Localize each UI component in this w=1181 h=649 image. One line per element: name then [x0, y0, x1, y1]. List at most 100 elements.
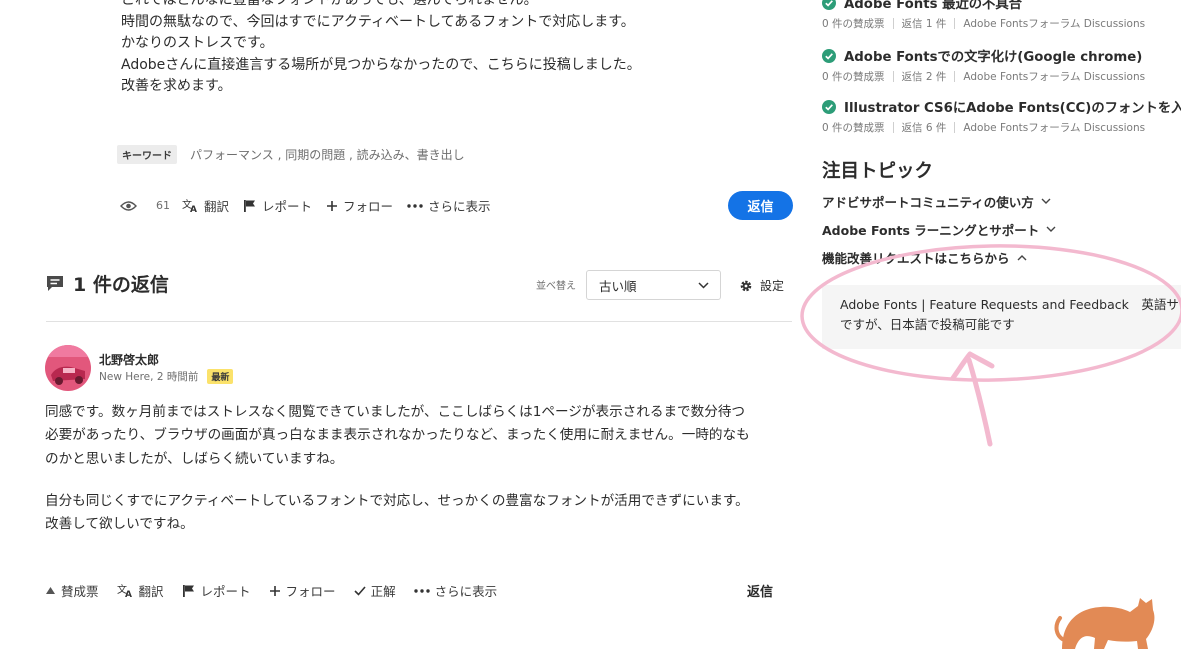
reply-line: 改善して欲しいですね。: [45, 516, 194, 533]
featured-topics-heading: 注目トピック: [822, 161, 934, 182]
reply-line: 同感です。数ヶ月前まではストレスなく閲覧できていましたが、ここしばらくは1ページ…: [45, 404, 746, 420]
featured-link-label: 機能改善リクエストはこちらから: [822, 251, 1010, 266]
more-dots-icon: [413, 588, 430, 593]
sort-label: 並べ替え: [536, 281, 576, 292]
keywords-row: キーワード パフォーマンス , 同期の問題 , 読み込み、書き出し: [117, 145, 465, 164]
feature-requests-card[interactable]: Adobe Fonts | Feature Requests and Feedb…: [822, 285, 1181, 349]
settings-label: 設定: [760, 279, 785, 293]
post-line: 改善を求めます。: [121, 78, 232, 94]
related-votes: 0 件の賛成票: [822, 18, 885, 30]
sort-value: 古い順: [599, 278, 637, 294]
checkmark-icon: [353, 585, 366, 596]
sort-dropdown[interactable]: 古い順: [586, 270, 721, 300]
cat-icon: [1054, 598, 1155, 649]
translate-icon: 文A: [117, 583, 132, 598]
chevron-down-icon: [1046, 226, 1056, 232]
plus-icon: [327, 200, 338, 211]
follow-button[interactable]: フォロー: [269, 581, 336, 600]
eye-icon: [120, 200, 137, 211]
related-title-text: Illustrator CS6にAdobe Fonts(CC)のフォントを入れた…: [844, 101, 1181, 116]
related-forum[interactable]: Adobe Fontsフォーラム Discussions: [963, 16, 1145, 31]
upvote-label: 賛成票: [61, 584, 99, 599]
chevron-down-icon: [1041, 198, 1051, 204]
follow-label: フォロー: [285, 584, 336, 599]
reply-body: 同感です。数ヶ月前まではストレスなく閲覧できていましたが、ここしばらくは1ページ…: [45, 401, 795, 536]
separator: [954, 18, 956, 29]
annotation-arrow: [950, 351, 995, 447]
related-item[interactable]: Illustrator CS6にAdobe Fonts(CC)のフォントを入れた…: [822, 97, 1181, 135]
more-button[interactable]: さらに表示: [407, 196, 491, 215]
feature-card-line: ですが、日本語で投稿可能です: [840, 316, 1015, 332]
featured-link-label: アドビサポートコミュニティの使い方: [822, 195, 1034, 210]
more-label: さらに表示: [434, 584, 498, 599]
correct-label: 正解: [370, 584, 396, 599]
related-replies: 返信 6 件: [901, 122, 947, 134]
reply-meta-text: New Here, 2 時間前: [99, 371, 199, 383]
check-circle-icon: [822, 99, 836, 114]
featured-link-label: Adobe Fonts ラーニングとサポート: [822, 223, 1040, 238]
related-title[interactable]: Adobe Fonts 最近の不具合: [822, 0, 1180, 12]
related-item[interactable]: Adobe Fonts 最近の不具合 0 件の賛成票 返信 1 件 Adobe …: [822, 0, 1180, 31]
report-label: レポート: [200, 584, 251, 599]
post-line: かなりのストレスです。: [121, 35, 274, 51]
reply-action-bar: 賛成票 文A 翻訳 レポート フォロー 正解 さらに表示: [45, 581, 515, 600]
related-replies: 返信 2 件: [901, 71, 947, 83]
keyword-list[interactable]: パフォーマンス , 同期の問題 , 読み込み、書き出し: [190, 146, 465, 163]
featured-link-feature-requests[interactable]: 機能改善リクエストはこちらから: [822, 248, 1027, 267]
flag-icon: [182, 584, 194, 597]
reply-meta: New Here, 2 時間前 最新: [99, 369, 234, 384]
related-title-text: Adobe Fonts 最近の不具合: [844, 0, 1022, 12]
upvote-button[interactable]: 賛成票: [45, 581, 99, 600]
check-circle-icon: [822, 0, 836, 10]
related-meta: 0 件の賛成票 返信 1 件 Adobe Fontsフォーラム Discussi…: [822, 16, 1180, 31]
comment-icon: [47, 276, 63, 291]
correct-button[interactable]: 正解: [353, 581, 396, 600]
post-line: これではどんなに豊富なフォントがあっても、選んでられません。: [121, 0, 538, 8]
related-votes: 0 件の賛成票: [822, 71, 885, 83]
more-dots-icon: [407, 203, 423, 208]
divider: [46, 321, 792, 322]
report-button[interactable]: レポート: [243, 196, 312, 215]
replies-count: 1 件の返信: [73, 274, 169, 296]
avatar[interactable]: [45, 345, 91, 391]
report-button[interactable]: レポート: [182, 581, 251, 600]
keyword-badge: キーワード: [117, 145, 177, 164]
reply-link[interactable]: 返信: [747, 581, 773, 600]
replies-heading: 1 件の返信: [46, 270, 169, 297]
views: [120, 200, 142, 212]
svg-text:A: A: [190, 205, 197, 213]
settings-button[interactable]: 設定: [739, 277, 784, 294]
related-title[interactable]: Illustrator CS6にAdobe Fonts(CC)のフォントを入れた…: [822, 97, 1181, 116]
related-forum[interactable]: Adobe Fontsフォーラム Discussions: [963, 69, 1145, 84]
translate-button[interactable]: 文A 翻訳: [117, 581, 164, 600]
featured-link-community-guide[interactable]: アドビサポートコミュニティの使い方: [822, 192, 1051, 211]
flag-icon: [244, 199, 256, 212]
related-forum[interactable]: Adobe Fontsフォーラム Discussions: [963, 120, 1145, 135]
more-label: さらに表示: [428, 199, 491, 214]
translate-button[interactable]: 文A 翻訳: [182, 196, 229, 215]
check-circle-icon: [822, 48, 836, 63]
post-action-bar: 61 文A 翻訳 レポート フォロー さらに表示: [120, 196, 505, 215]
reply-line: 必要があったり、ブラウザの画面が真っ白なまま表示されなかったりなど、まったく使用…: [45, 427, 750, 444]
author-name[interactable]: 北野啓太郎: [99, 351, 159, 368]
related-title[interactable]: Adobe Fontsでの文字化け(Google chrome): [822, 46, 1180, 65]
separator: [892, 122, 894, 133]
separator: [892, 18, 894, 29]
reply-line: のかと思いましたが、しばらく続いていますね。: [45, 450, 344, 467]
feature-card-line: Adobe Fonts | Feature Requests and Feedb…: [840, 297, 1181, 312]
separator: [892, 71, 894, 82]
more-button[interactable]: さらに表示: [413, 581, 498, 600]
view-count: 61: [156, 199, 170, 212]
chevron-down-icon: [698, 281, 709, 289]
translate-label: 翻訳: [138, 584, 164, 599]
related-item[interactable]: Adobe Fontsでの文字化け(Google chrome) 0 件の賛成票…: [822, 46, 1180, 84]
triangle-up-icon: [46, 587, 55, 594]
post-line: 時間の無駄なので、今回はすでにアクティベートしてあるフォントで対応します。: [121, 13, 635, 30]
translate-icon: 文A: [182, 198, 197, 213]
separator: [954, 71, 956, 82]
chevron-up-icon: [1017, 255, 1027, 261]
reply-button[interactable]: 返信: [728, 191, 793, 220]
follow-button[interactable]: フォロー: [326, 196, 393, 215]
featured-link-learning-support[interactable]: Adobe Fonts ラーニングとサポート: [822, 220, 1056, 239]
